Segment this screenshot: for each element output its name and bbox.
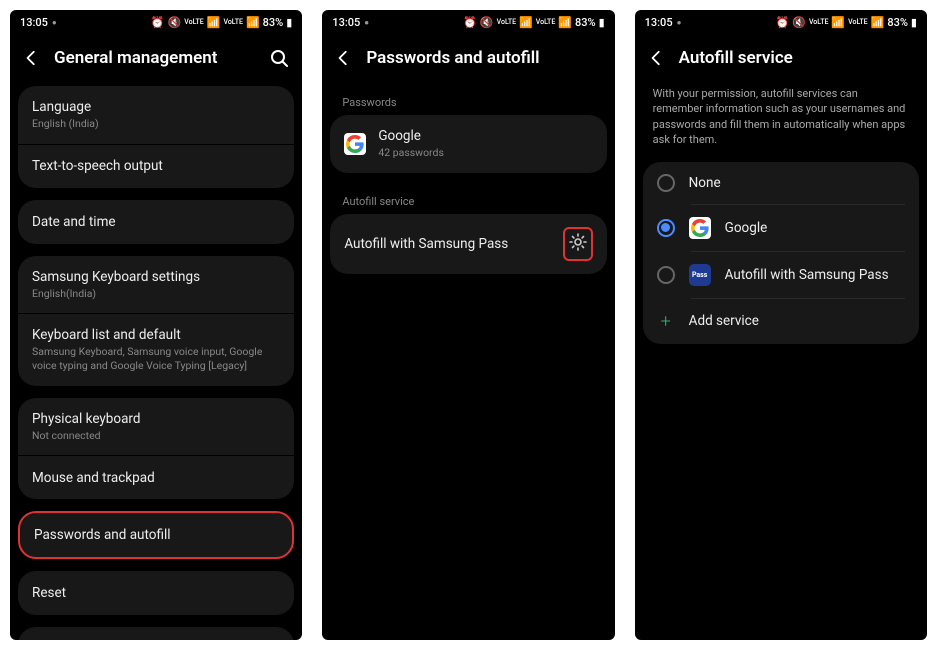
row-google-sub: 42 passwords: [378, 146, 592, 160]
row-passwords-autofill[interactable]: Passwords and autofill: [20, 513, 292, 557]
gear-icon[interactable]: [569, 233, 587, 251]
header: Autofill service: [635, 34, 927, 86]
row-keyboard-settings[interactable]: Samsung Keyboard settings English(India): [18, 256, 294, 314]
row-samsungpass-title: Autofill with Samsung Pass: [344, 236, 550, 252]
row-tts[interactable]: Text-to-speech output: [18, 144, 294, 188]
radio-icon: [657, 219, 675, 237]
signal2-icon: 📶: [246, 16, 260, 29]
battery-pct: 83%: [263, 16, 284, 29]
row-keyboard-list-title: Keyboard list and default: [32, 327, 280, 343]
radio-none-label: None: [689, 175, 721, 191]
page-title: Autofill service: [679, 48, 913, 68]
row-language-sub: English (India): [32, 117, 280, 131]
back-icon[interactable]: [649, 50, 665, 66]
battery-icon: ▮: [911, 16, 917, 29]
status-dot-icon: ●: [677, 18, 682, 27]
row-google-passwords[interactable]: Google 42 passwords: [330, 115, 606, 173]
row-keyboard-sub: English(India): [32, 287, 280, 301]
row-physkb-title: Physical keyboard: [32, 411, 280, 427]
status-time: 13:05: [20, 16, 48, 29]
radio-samsungpass-label: Autofill with Samsung Pass: [725, 267, 889, 283]
screen-general-management: 13:05 ● ⏰ 🔇 VoLTE 📶 VoLTE 📶 83% ▮ Genera…: [10, 10, 302, 640]
row-reset-title: Reset: [32, 585, 280, 601]
row-physkb-sub: Not connected: [32, 429, 280, 443]
signal-icon: 📶: [207, 16, 221, 29]
volte2-icon: VoLTE: [536, 19, 555, 26]
row-keyboard-title: Samsung Keyboard settings: [32, 269, 280, 285]
autofill-description: With your permission, autofill services …: [643, 86, 919, 162]
radio-icon: [657, 266, 675, 284]
section-passwords-label: Passwords: [330, 86, 606, 115]
radio-samsung-pass[interactable]: Pass Autofill with Samsung Pass: [643, 252, 919, 298]
page-title: General management: [54, 48, 256, 68]
status-time: 13:05: [332, 16, 360, 29]
row-keyboard-list-sub: Samsung Keyboard, Samsung voice input, G…: [32, 345, 280, 372]
signal-icon: 📶: [519, 16, 533, 29]
gear-highlight: [563, 227, 593, 261]
alarm-icon: ⏰: [776, 16, 790, 29]
radio-google[interactable]: Google: [643, 205, 919, 251]
radio-icon: [657, 174, 675, 192]
row-datetime[interactable]: Date and time: [18, 200, 294, 244]
signal-icon: 📶: [831, 16, 845, 29]
status-bar: 13:05 ● ⏰ 🔇 VoLTE 📶 VoLTE 📶 83% ▮: [322, 10, 614, 34]
row-mouse-trackpad[interactable]: Mouse and trackpad: [18, 455, 294, 499]
row-tts-title: Text-to-speech output: [32, 158, 280, 174]
battery-icon: ▮: [286, 16, 292, 29]
volte-icon: VoLTE: [809, 19, 828, 26]
mute-icon: 🔇: [168, 16, 182, 29]
row-language-title: Language: [32, 99, 280, 115]
samsung-pass-icon: Pass: [689, 264, 711, 286]
row-reset[interactable]: Reset: [18, 571, 294, 615]
add-service-label: Add service: [689, 313, 759, 329]
status-dot-icon: ●: [52, 18, 57, 27]
status-bar: 13:05 ● ⏰ 🔇 VoLTE 📶 VoLTE 📶 83% ▮: [635, 10, 927, 34]
volte2-icon: VoLTE: [848, 19, 867, 26]
screen-autofill-service: 13:05 ● ⏰ 🔇 VoLTE 📶 VoLTE 📶 83% ▮ Autofi…: [635, 10, 927, 640]
back-icon[interactable]: [24, 50, 40, 66]
row-samsung-pass[interactable]: Autofill with Samsung Pass: [330, 214, 606, 274]
status-bar: 13:05 ● ⏰ 🔇 VoLTE 📶 VoLTE 📶 83% ▮: [10, 10, 302, 34]
row-customisation-service[interactable]: Customisation Service Get personalised c…: [18, 627, 294, 640]
row-google-title: Google: [378, 128, 592, 144]
row-datetime-title: Date and time: [32, 214, 280, 230]
battery-pct: 83%: [575, 16, 596, 29]
row-keyboard-list[interactable]: Keyboard list and default Samsung Keyboa…: [18, 313, 294, 385]
mute-icon: 🔇: [792, 16, 806, 29]
back-icon[interactable]: [336, 50, 352, 66]
signal2-icon: 📶: [871, 16, 885, 29]
header: Passwords and autofill: [322, 34, 614, 86]
volte-icon: VoLTE: [184, 19, 203, 26]
alarm-icon: ⏰: [463, 16, 477, 29]
google-icon: [344, 133, 366, 155]
status-time: 13:05: [645, 16, 673, 29]
alarm-icon: ⏰: [151, 16, 165, 29]
page-title: Passwords and autofill: [366, 48, 600, 68]
row-pwautofill-title: Passwords and autofill: [34, 527, 278, 543]
radio-none[interactable]: None: [643, 162, 919, 204]
battery-icon: ▮: [599, 16, 605, 29]
volte2-icon: VoLTE: [223, 19, 242, 26]
section-autofill-label: Autofill service: [330, 185, 606, 214]
mute-icon: 🔇: [480, 16, 494, 29]
radio-google-label: Google: [725, 220, 768, 236]
search-icon[interactable]: [270, 49, 288, 67]
row-mouse-title: Mouse and trackpad: [32, 470, 280, 486]
signal2-icon: 📶: [558, 16, 572, 29]
screen-passwords-autofill: 13:05 ● ⏰ 🔇 VoLTE 📶 VoLTE 📶 83% ▮ Passwo…: [322, 10, 614, 640]
google-icon: [689, 217, 711, 239]
header: General management: [10, 34, 302, 86]
battery-pct: 83%: [887, 16, 908, 29]
add-service-row[interactable]: + Add service: [643, 299, 919, 344]
volte-icon: VoLTE: [497, 19, 516, 26]
row-physical-keyboard[interactable]: Physical keyboard Not connected: [18, 398, 294, 456]
plus-icon: +: [657, 311, 675, 332]
status-dot-icon: ●: [364, 18, 369, 27]
row-language[interactable]: Language English (India): [18, 86, 294, 144]
